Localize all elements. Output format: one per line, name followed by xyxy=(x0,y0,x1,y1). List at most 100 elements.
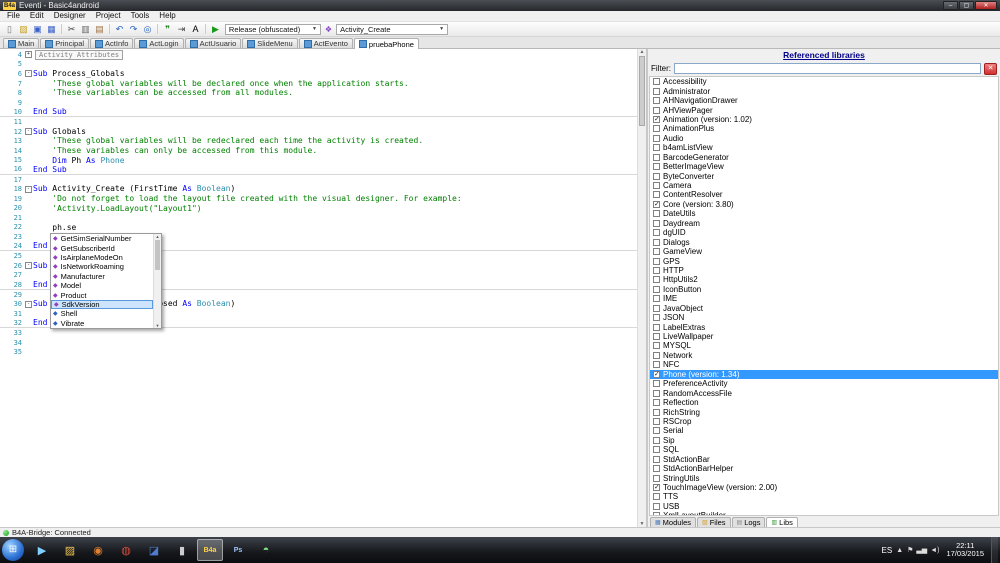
menu-project[interactable]: Project xyxy=(91,11,126,21)
filter-input[interactable] xyxy=(674,63,981,74)
editor-scrollbar[interactable]: ▲ ▼ xyxy=(637,49,646,527)
library-checkbox[interactable] xyxy=(653,210,660,218)
library-checkbox[interactable] xyxy=(653,446,660,454)
library-checkbox[interactable] xyxy=(653,465,660,473)
library-item[interactable]: HttpUtils2 xyxy=(650,275,998,284)
action-center-icon[interactable]: ⚑ xyxy=(907,546,913,554)
library-item[interactable]: ByteConverter xyxy=(650,171,998,181)
autocomplete-item[interactable]: ◆ SdkVersion xyxy=(51,299,153,310)
library-checkbox[interactable] xyxy=(653,380,660,388)
library-checkbox[interactable] xyxy=(653,229,660,237)
clear-filter-button[interactable]: ✕ xyxy=(984,62,997,75)
language-indicator[interactable]: ES xyxy=(882,546,893,555)
library-checkbox[interactable]: ✓ xyxy=(653,370,660,378)
library-item[interactable]: SQL xyxy=(650,445,998,454)
library-item[interactable]: StringUtils xyxy=(650,473,998,483)
ide-icon[interactable]: ◪ xyxy=(141,539,167,561)
scroll-up-icon[interactable]: ▲ xyxy=(640,49,645,55)
library-checkbox[interactable] xyxy=(653,266,660,274)
scroll-down-icon[interactable]: ▼ xyxy=(640,521,645,527)
library-item[interactable]: StdActionBar xyxy=(650,455,998,464)
library-checkbox[interactable] xyxy=(653,417,660,425)
tab-actusuario[interactable]: ActUsuario xyxy=(184,38,242,48)
menu-designer[interactable]: Designer xyxy=(49,11,91,21)
tab-principal[interactable]: Principal xyxy=(40,38,90,48)
library-checkbox[interactable] xyxy=(653,172,660,180)
autocomplete-item[interactable]: ◆ IsAirplaneModeOn xyxy=(51,253,153,262)
autocomplete-item[interactable]: ◆ Product xyxy=(51,290,153,300)
library-item[interactable]: LabelExtras xyxy=(650,322,998,332)
collapse-icon[interactable]: - xyxy=(25,300,32,308)
menu-file[interactable]: File xyxy=(2,11,25,21)
library-checkbox[interactable] xyxy=(653,182,660,190)
code-editor[interactable]: 4 + Activity Attributes 5 6- Sub Process_Glob… xyxy=(0,49,648,527)
collapsed-region[interactable]: Activity Attributes xyxy=(35,49,124,60)
tab-pruebaphone[interactable]: pruebaPhone xyxy=(353,38,419,49)
redo-icon[interactable]: ↷ xyxy=(127,23,140,35)
library-checkbox[interactable] xyxy=(653,257,660,265)
maximize-button[interactable]: ▢ xyxy=(959,1,974,10)
autocomplete-item[interactable]: ◆ Vibrate xyxy=(51,319,153,328)
library-checkbox[interactable] xyxy=(653,238,660,246)
tab-actevento[interactable]: ActEvento xyxy=(298,38,353,48)
library-checkbox[interactable] xyxy=(653,333,660,341)
scrollbar-thumb[interactable] xyxy=(155,240,160,270)
library-checkbox[interactable] xyxy=(653,78,660,86)
chrome-icon[interactable]: ◍ xyxy=(113,539,139,561)
explorer-icon[interactable]: ▨ xyxy=(57,539,83,561)
terminal-icon[interactable]: ▮ xyxy=(169,539,195,561)
library-item[interactable]: AHViewPager xyxy=(650,105,998,115)
library-item[interactable]: ✓ TouchImageView (version: 2.00) xyxy=(650,483,998,492)
scroll-up-icon[interactable]: ▲ xyxy=(156,234,160,239)
panel-tab-logs[interactable]: ▤ Logs xyxy=(731,517,766,527)
library-item[interactable]: PreferenceActivity xyxy=(650,379,998,388)
library-item[interactable]: GPS xyxy=(650,256,998,266)
library-checkbox[interactable] xyxy=(653,153,660,161)
library-item[interactable]: StdActionBarHelper xyxy=(650,464,998,473)
library-item[interactable]: Network xyxy=(650,351,998,360)
library-item[interactable]: Administrator xyxy=(650,86,998,96)
close-button[interactable]: ✕ xyxy=(975,1,997,10)
library-checkbox[interactable] xyxy=(653,285,660,293)
library-item[interactable]: AHNavigationDrawer xyxy=(650,96,998,105)
tab-actinfo[interactable]: ActInfo xyxy=(90,38,134,48)
find-icon[interactable]: ◎ xyxy=(141,23,154,35)
font-icon[interactable]: A xyxy=(189,23,202,35)
basic4android-icon[interactable]: B4a xyxy=(197,539,223,561)
library-checkbox[interactable]: ✓ xyxy=(653,115,660,123)
library-checkbox[interactable] xyxy=(653,87,660,95)
menu-tools[interactable]: Tools xyxy=(126,11,155,21)
new-file-icon[interactable]: ▯ xyxy=(3,23,16,35)
network-icon[interactable]: ▃▅ xyxy=(916,546,927,554)
library-item[interactable]: ✓ Phone (version: 1.34) xyxy=(650,369,998,379)
library-item[interactable]: GameView xyxy=(650,247,998,256)
library-item[interactable]: JSON xyxy=(650,313,998,322)
library-item[interactable]: dgUID xyxy=(650,228,998,237)
collapse-icon[interactable]: - xyxy=(25,185,32,193)
menu-edit[interactable]: Edit xyxy=(25,11,49,21)
show-desktop-button[interactable] xyxy=(991,537,998,563)
library-checkbox[interactable] xyxy=(653,191,660,199)
library-checkbox[interactable] xyxy=(653,144,660,152)
autocomplete-item[interactable]: ◆ IsNetworkRoaming xyxy=(51,262,153,271)
library-item[interactable]: IME xyxy=(650,294,998,303)
library-item[interactable]: RSCrop xyxy=(650,417,998,426)
library-checkbox[interactable] xyxy=(653,342,660,350)
media-player-icon[interactable]: ▶ xyxy=(29,539,55,561)
library-checkbox[interactable] xyxy=(653,455,660,463)
save-all-icon[interactable]: ▦ xyxy=(45,23,58,35)
photoshop-icon[interactable]: Ps xyxy=(225,539,251,561)
library-checkbox[interactable]: ✓ xyxy=(653,200,660,208)
library-checkbox[interactable] xyxy=(653,399,660,407)
sub-navigation-combo[interactable]: Activity_Create ▼ xyxy=(336,23,449,35)
panel-tab-files[interactable]: ▨ Files xyxy=(697,517,731,527)
library-item[interactable]: BetterImageView xyxy=(650,162,998,171)
scrollbar-thumb[interactable] xyxy=(639,56,645,126)
library-item[interactable]: ✓ Animation (version: 1.02) xyxy=(650,115,998,124)
autocomplete-item[interactable]: ◆ Manufacturer xyxy=(51,272,153,281)
library-checkbox[interactable] xyxy=(653,493,660,501)
library-checkbox[interactable] xyxy=(653,436,660,444)
start-button[interactable]: ⊞ xyxy=(2,539,24,561)
save-icon[interactable]: ▣ xyxy=(31,23,44,35)
undo-icon[interactable]: ↶ xyxy=(113,23,126,35)
